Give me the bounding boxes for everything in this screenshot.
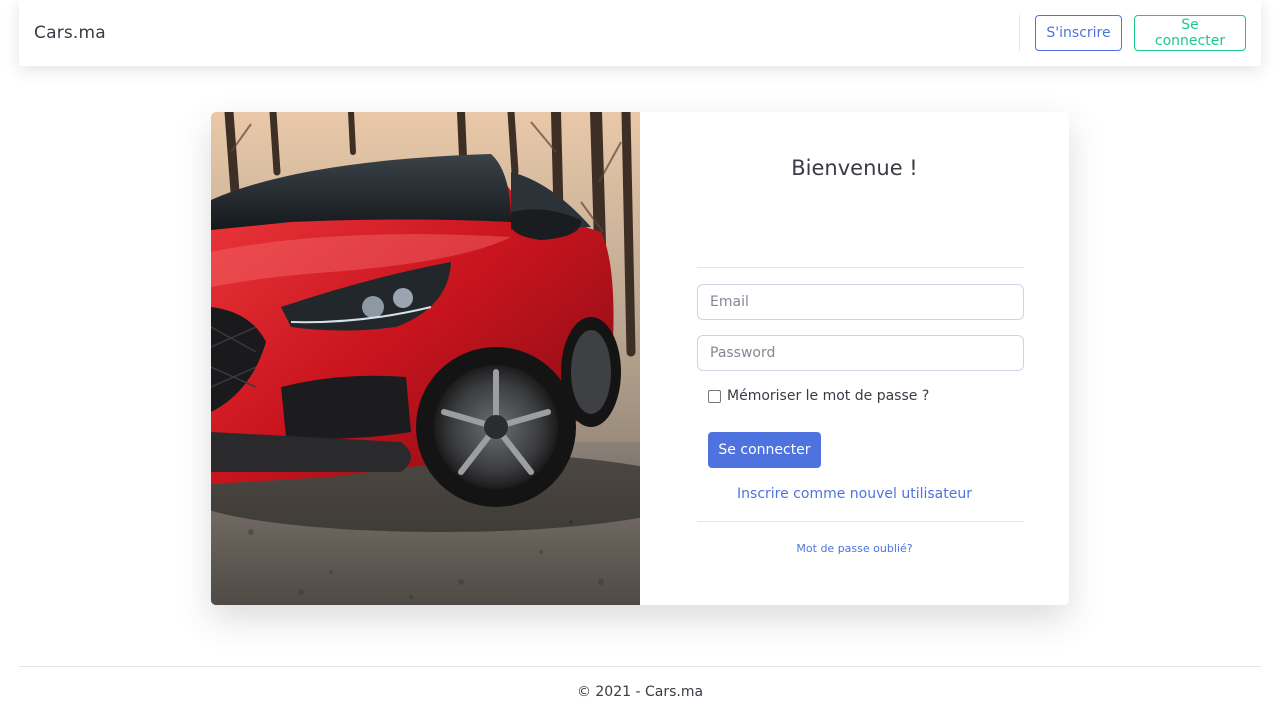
car-photo-illustration	[211, 112, 640, 605]
login-submit-button[interactable]: Se connecter	[708, 432, 821, 468]
welcome-title: Bienvenue !	[791, 156, 918, 180]
login-card: Bienvenue ! Mémoriser le mot de passe ? …	[211, 112, 1069, 605]
navbar-login-button[interactable]: Se connecter	[1134, 15, 1246, 51]
navbar-divider	[1019, 15, 1020, 51]
car-photo	[211, 112, 640, 605]
remember-label: Mémoriser le mot de passe ?	[727, 388, 930, 404]
email-input[interactable]	[697, 284, 1024, 320]
top-navbar: Cars.ma S'inscrire Se connecter	[19, 0, 1261, 66]
brand-link[interactable]: Cars.ma	[34, 23, 106, 43]
forgot-password-link[interactable]: Mot de passe oublié?	[640, 542, 1069, 555]
navbar-actions: S'inscrire Se connecter	[1019, 0, 1246, 66]
login-form: Bienvenue ! Mémoriser le mot de passe ? …	[640, 112, 1069, 605]
password-input[interactable]	[697, 335, 1024, 371]
signup-button[interactable]: S'inscrire	[1035, 15, 1122, 51]
form-divider-top	[697, 267, 1024, 268]
remember-checkbox[interactable]	[708, 389, 721, 403]
remember-me[interactable]: Mémoriser le mot de passe ?	[708, 388, 929, 404]
footer-copyright: © 2021 - Cars.ma	[576, 684, 704, 700]
register-link[interactable]: Inscrire comme nouvel utilisateur	[640, 486, 1069, 502]
form-divider-bottom	[697, 521, 1024, 522]
footer-divider	[19, 666, 1261, 667]
